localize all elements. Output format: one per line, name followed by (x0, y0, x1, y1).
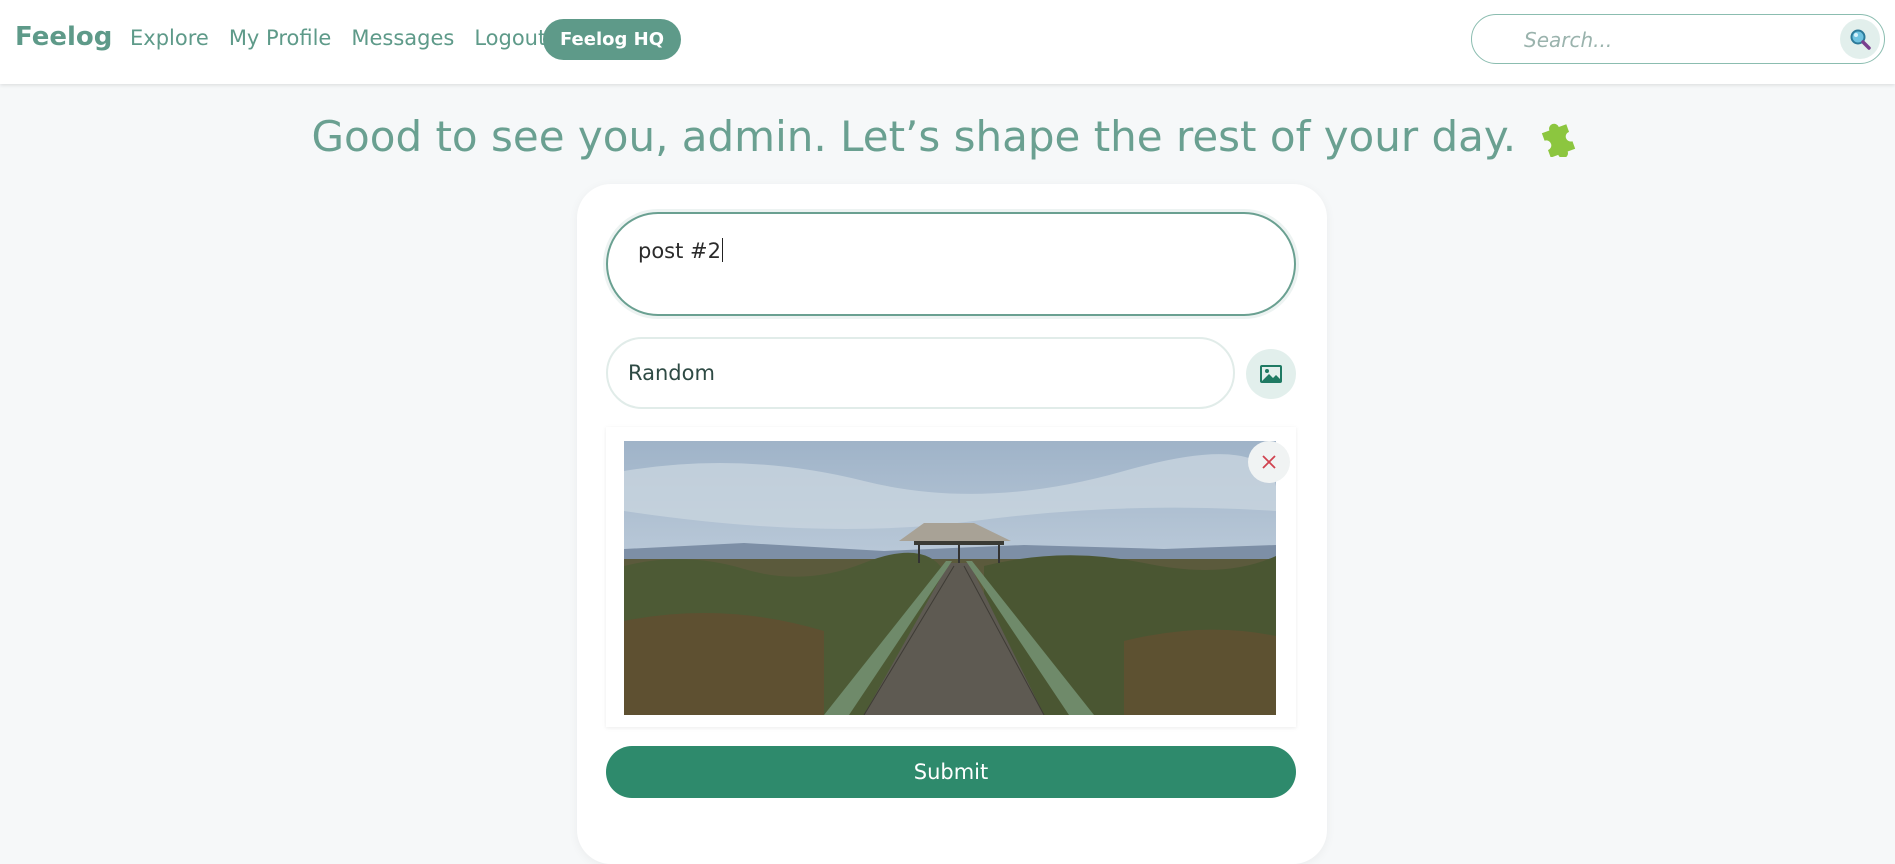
nav-link-my-profile[interactable]: My Profile (229, 26, 332, 50)
nav-link-explore[interactable]: Explore (130, 26, 209, 50)
search-icon (1850, 29, 1871, 50)
image-icon (1260, 365, 1282, 383)
brand-logo[interactable]: Feelog (15, 22, 112, 52)
puzzle-icon (1539, 113, 1583, 167)
post-text-input[interactable]: post #2 (606, 212, 1296, 316)
close-icon (1262, 455, 1276, 469)
image-preview-container (606, 427, 1296, 727)
image-preview (624, 441, 1276, 715)
greeting-heading: Good to see you, admin. Let’s shape the … (0, 112, 1895, 167)
search-input[interactable] (1522, 24, 1826, 56)
greeting-text: Good to see you, admin. Let’s shape the … (311, 112, 1517, 161)
nav-links: Explore My Profile Messages Logout (130, 26, 546, 50)
post-text-value: post #2 (638, 238, 723, 263)
add-image-button[interactable] (1246, 349, 1296, 399)
nav-link-logout[interactable]: Logout (474, 26, 546, 50)
search-button[interactable] (1840, 19, 1880, 59)
category-value: Random (628, 361, 715, 385)
nav-link-messages[interactable]: Messages (351, 26, 454, 50)
post-composer-card: post #2 Random Submit (577, 184, 1327, 864)
search-bar (1471, 14, 1885, 64)
category-input[interactable]: Random (606, 337, 1235, 409)
text-caret (722, 238, 723, 262)
feelog-hq-button[interactable]: Feelog HQ (543, 19, 681, 60)
top-navbar: Feelog Explore My Profile Messages Logou… (0, 0, 1895, 84)
submit-button[interactable]: Submit (606, 746, 1296, 798)
remove-image-button[interactable] (1248, 441, 1290, 483)
